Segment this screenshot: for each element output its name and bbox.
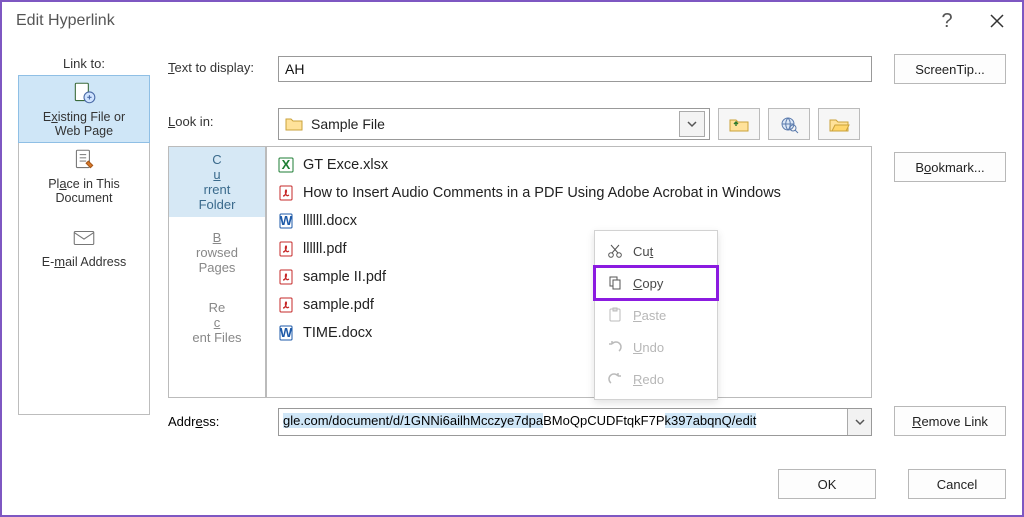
menu-paste: Paste <box>595 299 717 331</box>
email-icon <box>71 225 97 251</box>
bookmark-label: Bookmark... <box>915 160 984 175</box>
browse-web-button[interactable] <box>768 108 810 140</box>
copy-icon <box>607 275 623 291</box>
file-row[interactable]: Wllllll.docx <box>275 207 863 235</box>
chevron-down-icon <box>855 417 865 427</box>
file-row[interactable]: X GT Exce.xlsx <box>275 151 863 179</box>
menu-undo: Undo <box>595 331 717 363</box>
folder-icon <box>283 116 305 132</box>
help-button[interactable]: ? <box>922 2 972 40</box>
file-row[interactable]: sample.pdf <box>275 291 863 319</box>
browse-file-button[interactable] <box>818 108 860 140</box>
close-icon <box>990 14 1004 28</box>
menu-cut-label: Cut <box>633 244 653 259</box>
look-in-dropdown[interactable]: Sample File <box>278 108 710 140</box>
address-label: Address: <box>168 414 219 429</box>
menu-paste-label: Paste <box>633 308 666 323</box>
edit-hyperlink-dialog: Edit Hyperlink ? Link to: Existing File … <box>0 0 1024 517</box>
svg-text:W: W <box>280 325 293 340</box>
file-name: llllll.docx <box>303 213 357 229</box>
file-type-icon <box>275 296 297 314</box>
place-in-doc-icon <box>71 147 97 173</box>
file-type-icon: W <box>275 324 297 342</box>
file-row[interactable]: sample II.pdf <box>275 263 863 291</box>
remove-link-button[interactable]: Remove Link <box>894 406 1006 436</box>
address-input[interactable]: gle.com/document/d/1GNNi6ailhMcczye7dpaB… <box>278 408 872 436</box>
screentip-button[interactable]: ScreenTip... <box>894 54 1006 84</box>
chevron-down-icon[interactable] <box>679 111 705 137</box>
file-name: sample II.pdf <box>303 269 386 285</box>
linkto-email-label: E-mail Address <box>42 255 127 269</box>
link-to-label: Link to: <box>18 56 150 71</box>
look-in-label: Look in: <box>168 114 214 129</box>
svg-text:X: X <box>282 157 291 172</box>
menu-cut[interactable]: Cut <box>595 235 717 267</box>
file-type-icon: X <box>275 156 297 174</box>
paste-icon <box>607 307 623 323</box>
text-to-display-label: Text to display: <box>168 60 254 75</box>
ok-button[interactable]: OK <box>778 469 876 499</box>
web-search-icon <box>778 114 800 134</box>
up-one-level-button[interactable] <box>718 108 760 140</box>
address-value: gle.com/document/d/1GNNi6ailhMcczye7dpaB… <box>279 409 847 435</box>
address-dropdown-button[interactable] <box>847 409 871 435</box>
file-type-icon <box>275 184 297 202</box>
menu-redo: Redo <box>595 363 717 395</box>
file-list[interactable]: X GT Exce.xlsx How to Insert Audio Comment… <box>266 146 872 398</box>
linkto-email[interactable]: E-mail Address <box>19 222 149 272</box>
menu-copy[interactable]: Copy <box>595 267 717 299</box>
menu-redo-label: Redo <box>633 372 664 387</box>
file-name: GT Exce.xlsx <box>303 157 388 173</box>
file-type-icon: W <box>275 212 297 230</box>
linkto-existing-file-label: Existing File orWeb Page <box>43 110 125 138</box>
open-folder-icon <box>828 114 850 134</box>
tab-recent-files[interactable]: Recent Files <box>169 287 265 357</box>
file-name: How to Insert Audio Comments in a PDF Us… <box>303 185 781 201</box>
text-to-display-input[interactable] <box>278 56 872 82</box>
file-row[interactable]: How to Insert Audio Comments in a PDF Us… <box>275 179 863 207</box>
remove-link-label: Remove Link <box>912 414 988 429</box>
up-folder-icon <box>728 114 750 134</box>
menu-undo-label: Undo <box>633 340 664 355</box>
tab-current-folder[interactable]: CurrentFolder <box>169 147 265 217</box>
tab-browsed-pages[interactable]: BrowsedPages <box>169 217 265 287</box>
file-type-icon <box>275 268 297 286</box>
cancel-button[interactable]: Cancel <box>908 469 1006 499</box>
dialog-title: Edit Hyperlink <box>16 12 922 30</box>
linkto-existing-file[interactable]: Existing File orWeb Page <box>18 75 150 143</box>
close-button[interactable] <box>972 2 1022 40</box>
redo-icon <box>607 371 623 387</box>
bookmark-button[interactable]: Bookmark... <box>894 152 1006 182</box>
context-menu: Cut Copy Paste Undo Redo <box>594 230 718 400</box>
file-row[interactable]: llllll.pdf <box>275 235 863 263</box>
link-to-panel: Existing File orWeb Page Place in ThisDo… <box>18 75 150 415</box>
file-name: TIME.docx <box>303 325 372 341</box>
file-name: llllll.pdf <box>303 241 347 257</box>
link-to-section: Link to: Existing File orWeb Page <box>18 56 150 415</box>
svg-text:W: W <box>280 213 293 228</box>
linkto-place-in-doc-label: Place in ThisDocument <box>48 177 120 205</box>
browse-mode-tabs: CurrentFolder BrowsedPages Recent Files <box>168 146 266 398</box>
linkto-place-in-doc[interactable]: Place in ThisDocument <box>19 142 149 210</box>
titlebar: Edit Hyperlink ? <box>2 2 1022 40</box>
look-in-value: Sample File <box>305 116 679 132</box>
file-type-icon <box>275 240 297 258</box>
file-name: sample.pdf <box>303 297 374 313</box>
file-row[interactable]: W TIME.docx <box>275 319 863 347</box>
cut-icon <box>607 243 623 259</box>
undo-icon <box>607 339 623 355</box>
existing-file-icon <box>71 80 97 106</box>
menu-copy-label: Copy <box>633 276 663 291</box>
